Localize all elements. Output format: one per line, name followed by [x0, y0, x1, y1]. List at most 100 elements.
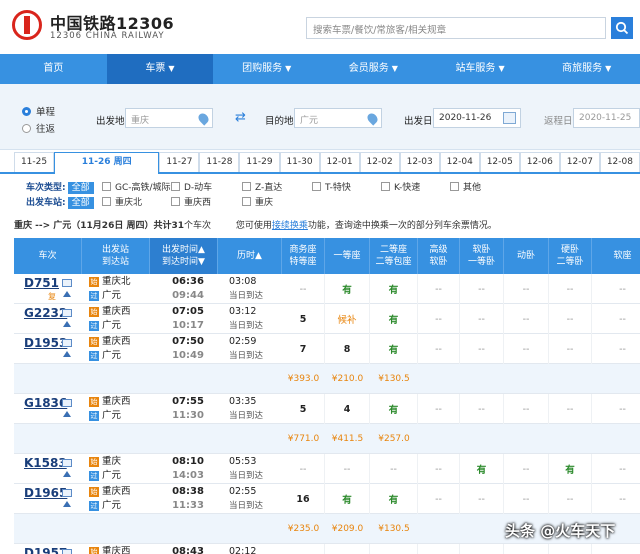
- column-header: 车次: [14, 238, 82, 274]
- roundtrip-radio[interactable]: 往返: [22, 121, 55, 135]
- seat-availability[interactable]: 候补: [325, 304, 370, 334]
- nav-item-4[interactable]: 站车服务 ▼: [427, 54, 534, 84]
- train-type-checkbox[interactable]: GC-高铁/城际: [102, 180, 171, 193]
- date-tab[interactable]: 12-06: [519, 152, 560, 172]
- seat-availability: --: [460, 484, 504, 514]
- date-tab[interactable]: 11-29: [239, 152, 280, 172]
- depart-station-icon: 始: [89, 547, 99, 554]
- train-info-icon[interactable]: [62, 399, 72, 407]
- date-tab[interactable]: 12-05: [479, 152, 520, 172]
- seat-availability[interactable]: 5: [282, 304, 325, 334]
- column-header[interactable]: 历时▲: [218, 238, 282, 274]
- train-info-icon[interactable]: [62, 339, 72, 347]
- train-type-checkbox[interactable]: D-动车: [171, 180, 212, 193]
- nav-item-3[interactable]: 会员服务 ▼: [320, 54, 427, 84]
- seat-availability: --: [592, 274, 640, 304]
- seat-availability: --: [460, 394, 504, 424]
- expand-stops-icon[interactable]: [63, 291, 71, 297]
- seat-availability[interactable]: 4: [325, 394, 370, 424]
- swap-stations-icon[interactable]: ⇄: [235, 110, 246, 125]
- column-header: 二等座 二等包座: [370, 238, 418, 274]
- column-header: 一等座: [325, 238, 370, 274]
- seat-availability[interactable]: 7: [282, 334, 325, 364]
- date-tab[interactable]: 11-28: [199, 152, 240, 172]
- seat-availability[interactable]: 8: [325, 334, 370, 364]
- date-tab[interactable]: 11-30: [279, 152, 320, 172]
- date-tab[interactable]: 12-04: [439, 152, 480, 172]
- from-station-input[interactable]: 重庆: [125, 108, 213, 128]
- train-number-link[interactable]: K1583: [24, 456, 67, 470]
- oneway-radio[interactable]: 单程: [22, 104, 55, 118]
- column-header[interactable]: 出发时间▲ 到达时间▼: [150, 238, 218, 274]
- expand-stops-icon[interactable]: [63, 501, 71, 507]
- seat-availability[interactable]: 有: [325, 274, 370, 304]
- depart-date-input[interactable]: 2020-11-26: [433, 108, 521, 128]
- search-button[interactable]: [611, 17, 633, 39]
- date-tab[interactable]: 12-02: [359, 152, 400, 172]
- seat-availability: --: [418, 304, 460, 334]
- date-tab[interactable]: 11-27: [159, 152, 200, 172]
- train-info-icon[interactable]: [62, 279, 72, 287]
- train-row: K1583 始重庆过广元 08:10 14:03 05:53 当日到达 -- -- -- -- 有 -…: [14, 454, 640, 484]
- date-tab[interactable]: 11-25: [14, 152, 55, 172]
- search-input[interactable]: 搜索车票/餐饮/常旅客/相关规章: [306, 17, 606, 39]
- search-icon: [615, 21, 629, 35]
- seat-availability[interactable]: 有: [370, 484, 418, 514]
- train-info-icon[interactable]: [62, 459, 72, 467]
- transfer-link[interactable]: 接续换乘: [272, 221, 308, 231]
- column-header: 动卧: [504, 238, 549, 274]
- train-type-checkbox[interactable]: T-特快: [312, 180, 351, 193]
- date-tab[interactable]: 11-26 周四: [54, 152, 160, 174]
- expand-stops-icon[interactable]: [63, 411, 71, 417]
- nav-item-1[interactable]: 车票 ▼: [106, 54, 214, 84]
- date-tab[interactable]: 12-01: [319, 152, 360, 172]
- nav-item-2[interactable]: 团购服务 ▼: [213, 54, 320, 84]
- train-type-checkbox[interactable]: Z-直达: [242, 180, 282, 193]
- return-date-input[interactable]: 2020-11-25: [573, 108, 640, 128]
- nav-item-5[interactable]: 商旅服务 ▼: [533, 54, 640, 84]
- seat-availability: --: [549, 484, 592, 514]
- seat-availability: [370, 544, 418, 554]
- column-header: 高级 软卧: [418, 238, 460, 274]
- all-types-button[interactable]: 全部: [67, 182, 94, 194]
- expand-stops-icon[interactable]: [63, 351, 71, 357]
- train-type-checkbox[interactable]: K-快速: [381, 180, 420, 193]
- train-number-link[interactable]: D751: [24, 276, 59, 290]
- train-number-link[interactable]: D1965: [24, 486, 67, 500]
- seat-availability[interactable]: 有: [370, 394, 418, 424]
- seat-availability[interactable]: 16: [282, 484, 325, 514]
- date-tab[interactable]: 12-07: [559, 152, 600, 172]
- train-info-icon[interactable]: [62, 489, 72, 497]
- station-checkbox[interactable]: 重庆北: [102, 195, 142, 208]
- seat-availability[interactable]: 有: [325, 484, 370, 514]
- station-checkbox[interactable]: 重庆: [242, 195, 273, 208]
- expand-stops-icon[interactable]: [63, 321, 71, 327]
- seat-availability[interactable]: 有: [370, 274, 418, 304]
- expand-stops-icon[interactable]: [63, 471, 71, 477]
- seat-availability[interactable]: 有: [460, 454, 504, 484]
- seat-availability[interactable]: 有: [549, 454, 592, 484]
- times: 07:50 10:49: [172, 336, 204, 361]
- nav-item-0[interactable]: 首页: [0, 54, 107, 84]
- depart-station-icon: 始: [89, 337, 99, 347]
- date-tab[interactable]: 12-08: [599, 152, 640, 172]
- all-stations-button[interactable]: 全部: [67, 197, 94, 209]
- seat-availability[interactable]: 有: [370, 304, 418, 334]
- train-number-link[interactable]: D1957: [24, 546, 67, 554]
- seat-availability: --: [592, 394, 640, 424]
- seat-availability: --: [592, 304, 640, 334]
- to-station-input[interactable]: 广元: [294, 108, 382, 128]
- column-header: 软卧 一等卧: [460, 238, 504, 274]
- seat-availability[interactable]: 有: [370, 334, 418, 364]
- date-tab[interactable]: 12-03: [399, 152, 440, 172]
- station-checkbox[interactable]: 重庆西: [171, 195, 211, 208]
- train-number-link[interactable]: G2232: [24, 306, 67, 320]
- train-number-link[interactable]: G1836: [24, 396, 67, 410]
- query-bar: 单程 往返 出发地 重庆 ⇄ 目的地 广元 出发日 2020-11-26 返程日…: [0, 84, 640, 150]
- seat-availability[interactable]: 5: [282, 394, 325, 424]
- train-number-link[interactable]: D1953: [24, 336, 67, 350]
- train-info-icon[interactable]: [62, 309, 72, 317]
- train-type-checkbox[interactable]: 其他: [450, 180, 481, 193]
- train-info-icon[interactable]: [62, 549, 72, 554]
- railway-logo[interactable]: [12, 10, 42, 40]
